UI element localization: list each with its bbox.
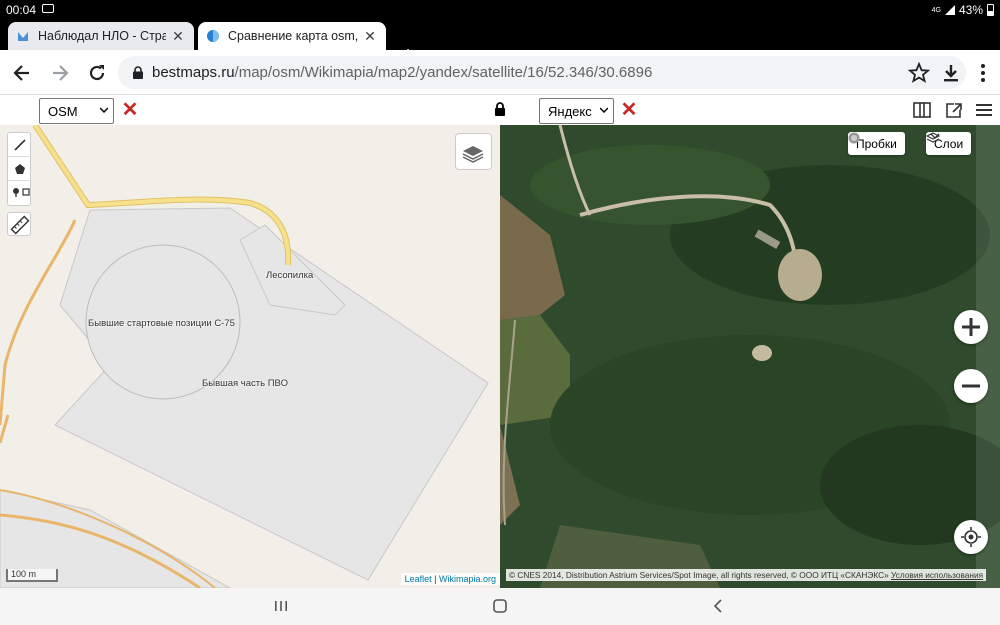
system-nav-bar xyxy=(0,588,1000,625)
left-provider-value: OSM xyxy=(48,104,78,119)
right-remove-icon[interactable]: ✕ xyxy=(620,100,638,120)
tab-title: Наблюдал НЛО - Страни xyxy=(38,29,166,43)
scale-bar: 100 m xyxy=(6,569,58,582)
measure-button[interactable] xyxy=(7,212,31,236)
map-header: OSM ✕ Яндекс ✕ xyxy=(0,95,1000,125)
attribution-separator: | xyxy=(431,574,439,584)
leaflet-link[interactable]: Leaflet xyxy=(405,574,432,584)
home-icon[interactable] xyxy=(492,598,508,614)
traffic-button[interactable]: Пробки xyxy=(848,132,905,155)
tab-close-icon[interactable]: ✕ xyxy=(170,28,186,45)
site-favicon xyxy=(18,32,28,41)
satellite-map[interactable]: Пробки Слои © CNES 2014, Distribution As… xyxy=(500,125,1000,588)
chevron-down-icon xyxy=(100,107,108,114)
left-provider-select[interactable]: OSM xyxy=(39,98,114,124)
bookmark-star-icon[interactable] xyxy=(908,62,930,84)
signal-icon xyxy=(944,5,955,15)
osm-map[interactable]: Лесопилка Бывшие стартовые позиции С-75 … xyxy=(0,125,500,588)
status-time: 00:04 xyxy=(6,3,37,17)
tab-map-compare[interactable]: Сравнение карта osm, ya ✕ xyxy=(198,22,386,50)
browser-toolbar: bestmaps.ru/map/osm/Wikimapia/map2/yande… xyxy=(0,50,1000,95)
right-provider-value: Яндекс xyxy=(548,104,592,119)
layers-icon xyxy=(462,146,484,163)
layers-dropdown-button[interactable]: Слои xyxy=(926,132,972,155)
layers-button[interactable] xyxy=(455,133,492,170)
geolocation-button[interactable] xyxy=(954,520,988,554)
marker-edit-icon xyxy=(13,188,30,197)
share-icon[interactable] xyxy=(945,102,963,118)
address-bar[interactable]: bestmaps.ru/map/osm/Wikimapia/map2/yande… xyxy=(118,56,966,89)
draw-toolbar xyxy=(7,132,31,206)
sync-lock-icon[interactable] xyxy=(494,102,506,116)
left-remove-icon[interactable]: ✕ xyxy=(121,100,139,120)
launch-sites-label: Бывшие стартовые позиции С-75 xyxy=(88,318,235,329)
draw-polygon-button[interactable] xyxy=(8,157,30,181)
tab-close-icon[interactable]: ✕ xyxy=(362,28,378,45)
url-path: /map/osm/Wikimapia/map2/yandex/satellite… xyxy=(234,64,653,81)
osm-map-canvas xyxy=(0,125,489,588)
terms-link[interactable]: Условия использования xyxy=(891,570,983,580)
network-type: 4G xyxy=(931,6,941,14)
battery-percent: 43% xyxy=(958,3,983,17)
url-host: bestmaps.ru xyxy=(152,64,235,81)
screenshot-icon xyxy=(42,4,54,13)
traffic-label: Пробки xyxy=(856,136,897,151)
tab-title: Сравнение карта osm, ya xyxy=(228,29,358,43)
tab-strip: Наблюдал НЛО - Страни ✕ Сравнение карта … xyxy=(0,20,1000,67)
status-right: 4G 43% xyxy=(932,3,994,17)
satellite-attribution: © CNES 2014, Distribution Astrium Servic… xyxy=(506,569,987,581)
attribution: Leaflet | Wikimapia.org xyxy=(400,573,500,585)
forward-icon[interactable] xyxy=(49,62,71,84)
minus-icon xyxy=(962,384,980,388)
back-nav-icon[interactable] xyxy=(711,598,727,614)
reload-icon[interactable] xyxy=(86,62,108,84)
tab-ufo[interactable]: Наблюдал НЛО - Страни ✕ xyxy=(8,22,194,50)
download-icon[interactable] xyxy=(940,62,962,84)
status-bar: 00:04 4G 43% xyxy=(0,0,1000,20)
ruler-icon xyxy=(10,215,30,235)
zoom-out-button[interactable] xyxy=(954,369,988,403)
line-icon xyxy=(14,139,26,151)
right-provider-select[interactable]: Яндекс xyxy=(539,98,614,124)
polygon-icon xyxy=(15,164,25,174)
sawmill-label: Лесопилка xyxy=(266,270,314,281)
draw-marker-button[interactable] xyxy=(8,181,30,205)
split-view-icon[interactable] xyxy=(913,102,931,118)
plus-icon xyxy=(962,318,980,336)
traffic-light-icon xyxy=(848,132,860,144)
locate-icon xyxy=(961,527,981,547)
wikimapia-link[interactable]: Wikimapia.org xyxy=(439,574,496,584)
bestmaps-favicon xyxy=(207,30,219,42)
more-menu-icon[interactable] xyxy=(972,62,994,84)
draw-line-button[interactable] xyxy=(8,133,30,157)
recent-apps-icon[interactable] xyxy=(273,598,289,614)
zoom-in-button[interactable] xyxy=(954,310,988,344)
chevron-down-icon xyxy=(600,107,608,114)
lock-icon xyxy=(133,66,143,79)
chevron-down-icon xyxy=(930,133,940,139)
battery-icon xyxy=(987,4,994,16)
back-icon[interactable] xyxy=(11,62,33,84)
air-defense-label: Бывшая часть ПВО xyxy=(202,378,288,389)
satellite-canvas xyxy=(500,125,1000,588)
url-text: bestmaps.ru/map/osm/Wikimapia/map2/yande… xyxy=(152,64,652,81)
copyright-text: © CNES 2014, Distribution Astrium Servic… xyxy=(509,570,889,580)
hamburger-menu-icon[interactable] xyxy=(975,102,993,118)
